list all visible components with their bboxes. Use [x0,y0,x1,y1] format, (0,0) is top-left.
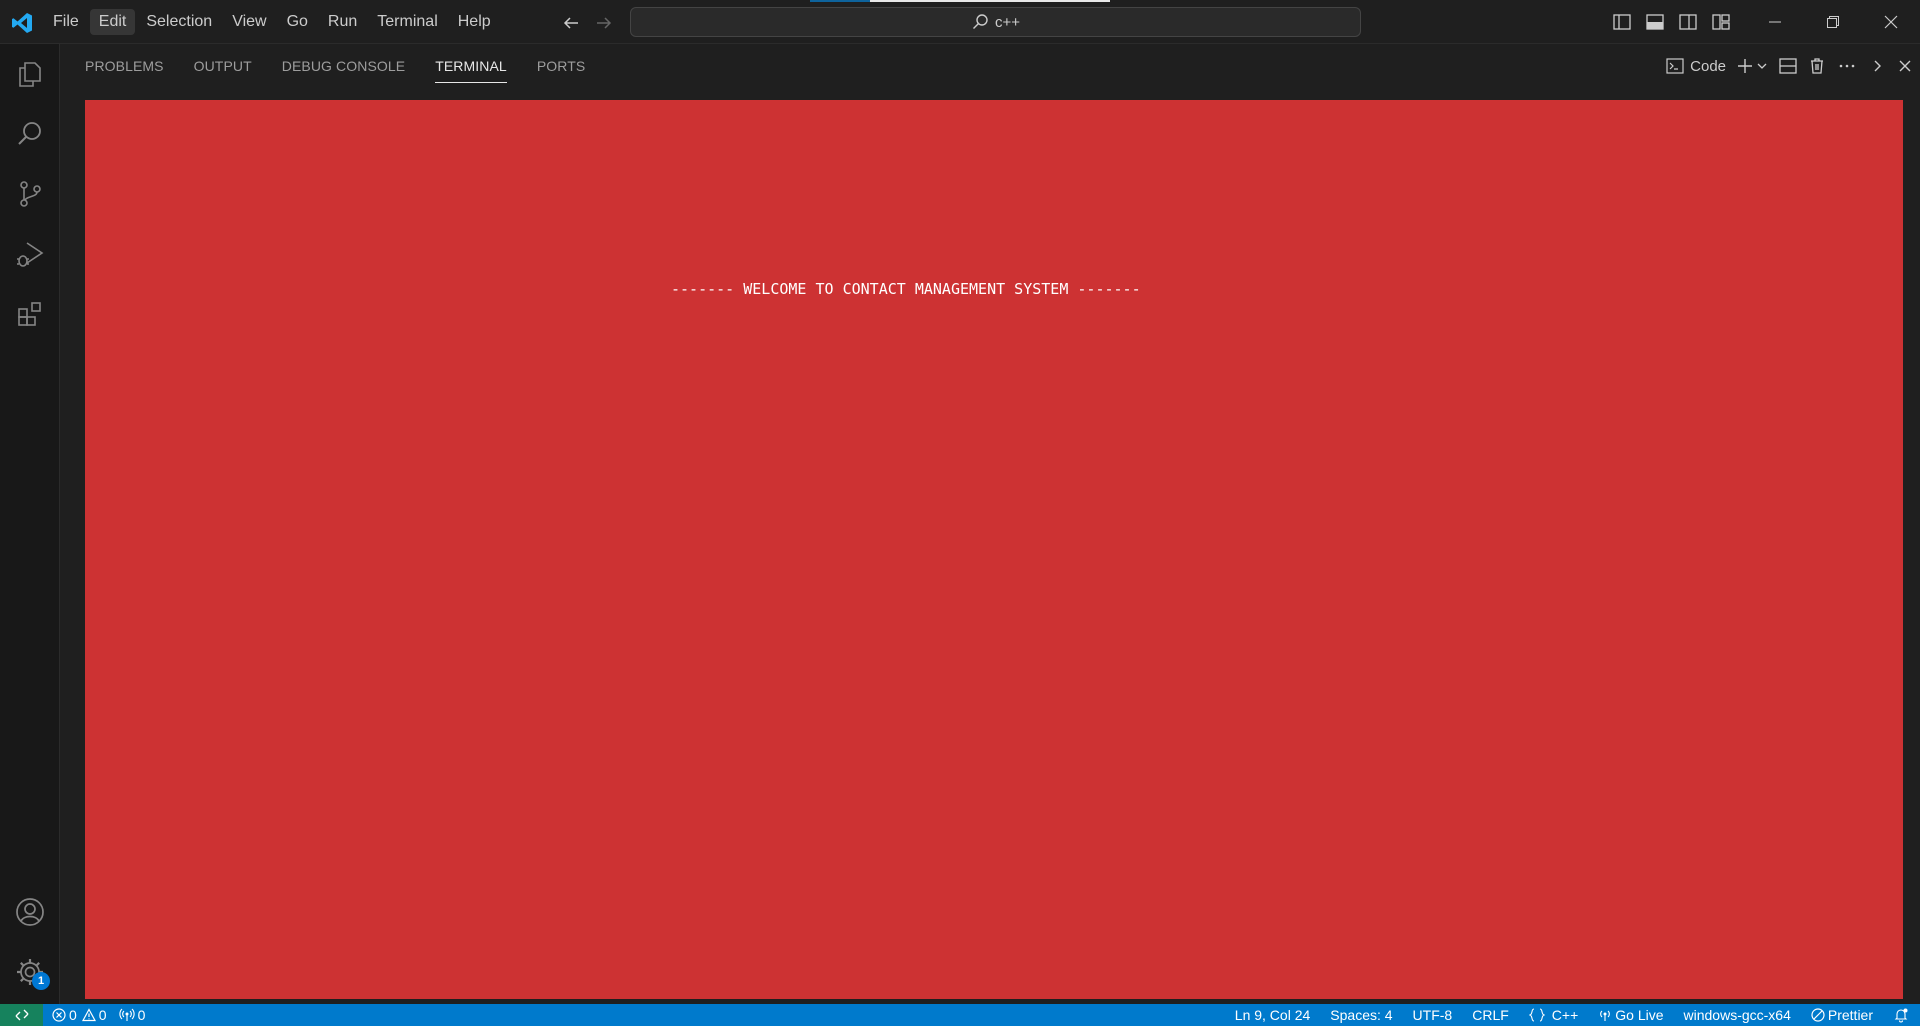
source-control-icon[interactable] [0,170,60,218]
panel-header: PROBLEMS OUTPUT DEBUG CONSOLE TERMINAL P… [60,44,1920,100]
go-live-label: Go Live [1615,1007,1664,1023]
chevron-right-icon[interactable] [1868,57,1886,75]
warning-icon [81,1008,96,1022]
menu-edit[interactable]: Edit [89,9,136,35]
terminal-output-line: ------- WELCOME TO CONTACT MANAGEMENT SY… [671,280,1141,298]
indentation[interactable]: Spaces: 4 [1330,1007,1392,1023]
menu-terminal[interactable]: Terminal [368,9,446,35]
tab-debug-console[interactable]: DEBUG CONSOLE [282,44,405,100]
chevron-down-icon[interactable] [1756,57,1768,75]
notifications-bell-icon[interactable] [1893,1007,1912,1023]
toggle-primary-sidebar-icon[interactable] [1611,11,1633,33]
language-label: C++ [1551,1007,1579,1023]
split-terminal-icon[interactable] [1778,57,1798,75]
accounts-icon[interactable] [0,888,60,936]
broadcast-icon [1600,1010,1611,1021]
title-bar: File Edit Selection View Go Run Terminal… [0,0,1920,44]
tab-terminal[interactable]: TERMINAL [435,44,507,100]
forward-arrow-icon[interactable] [593,12,615,34]
menu-bar: File Edit Selection View Go Run Terminal… [44,0,502,44]
prohibited-icon [1811,1008,1825,1022]
error-count: 0 [69,1007,77,1023]
restore-icon[interactable] [1804,0,1862,44]
close-window-icon[interactable] [1862,0,1920,44]
terminal-icon [1666,58,1684,74]
status-bar: 0 0 0 Ln 9, Col 24 Spaces: 4 UTF-8 CRLF … [0,1004,1920,1026]
search-text: c++ [994,13,1021,31]
prettier-status[interactable]: Prettier [1811,1007,1873,1023]
error-icon [52,1008,66,1022]
tab-output[interactable]: OUTPUT [194,44,252,100]
panel-tabs: PROBLEMS OUTPUT DEBUG CONSOLE TERMINAL P… [85,44,615,100]
cursor-position[interactable]: Ln 9, Col 24 [1235,1007,1311,1023]
remote-icon [15,1009,28,1021]
end-of-line[interactable]: CRLF [1472,1007,1509,1023]
window-controls [1746,0,1920,44]
settings-badge: 1 [32,972,50,990]
problems-status[interactable]: 0 0 [52,1007,107,1023]
extensions-icon[interactable] [0,290,60,338]
terminal-instance[interactable]: Code [1666,57,1726,75]
close-panel-icon[interactable] [1896,57,1914,75]
warning-count: 0 [98,1007,107,1023]
trash-icon[interactable] [1808,57,1826,75]
menu-view[interactable]: View [223,9,275,35]
toggle-secondary-sidebar-icon[interactable] [1677,11,1699,33]
more-actions-icon[interactable] [1836,57,1858,75]
layout-controls [1611,11,1732,33]
activity-bar: 1 [0,44,60,1004]
panel-actions: Code [1656,44,1920,88]
tab-ports[interactable]: PORTS [537,44,585,100]
explorer-icon[interactable] [0,50,60,98]
cpp-configuration[interactable]: windows-gcc-x64 [1684,1007,1791,1023]
remote-indicator[interactable] [0,1004,43,1026]
menu-file[interactable]: File [44,9,88,35]
menu-help[interactable]: Help [449,9,500,35]
menu-selection[interactable]: Selection [137,9,221,35]
search-progress-indicator [810,0,1110,2]
menu-run[interactable]: Run [319,9,366,35]
tab-problems[interactable]: PROBLEMS [85,44,164,100]
prettier-label: Prettier [1827,1007,1873,1023]
command-center-search[interactable]: c++ [630,7,1361,37]
back-arrow-icon[interactable] [560,12,582,34]
customize-layout-icon[interactable] [1710,11,1732,33]
go-live-button[interactable]: Go Live [1598,1007,1664,1023]
status-right: Ln 9, Col 24 Spaces: 4 UTF-8 CRLF C++ Go… [1215,1004,1912,1026]
ports-count: 0 [137,1007,146,1023]
broadcast-icon [118,1008,135,1021]
search-icon[interactable] [0,110,60,158]
language-mode[interactable]: C++ [1528,1007,1579,1023]
run-and-debug-icon[interactable] [0,230,60,278]
ports-status[interactable]: 0 [118,1007,146,1023]
status-left: 0 0 0 [52,1004,157,1026]
vscode-logo-icon [12,13,32,33]
search-icon [972,14,988,29]
terminal-name: Code [1690,57,1726,75]
encoding[interactable]: UTF-8 [1413,1007,1453,1023]
terminal-area[interactable]: ------- WELCOME TO CONTACT MANAGEMENT SY… [85,100,1903,999]
new-terminal-icon[interactable] [1736,57,1754,75]
minimize-icon[interactable] [1746,0,1804,44]
manage-gear-icon[interactable]: 1 [0,948,60,996]
menu-go[interactable]: Go [278,9,317,35]
toggle-panel-icon[interactable] [1644,11,1666,33]
braces-icon [1528,1008,1545,1022]
